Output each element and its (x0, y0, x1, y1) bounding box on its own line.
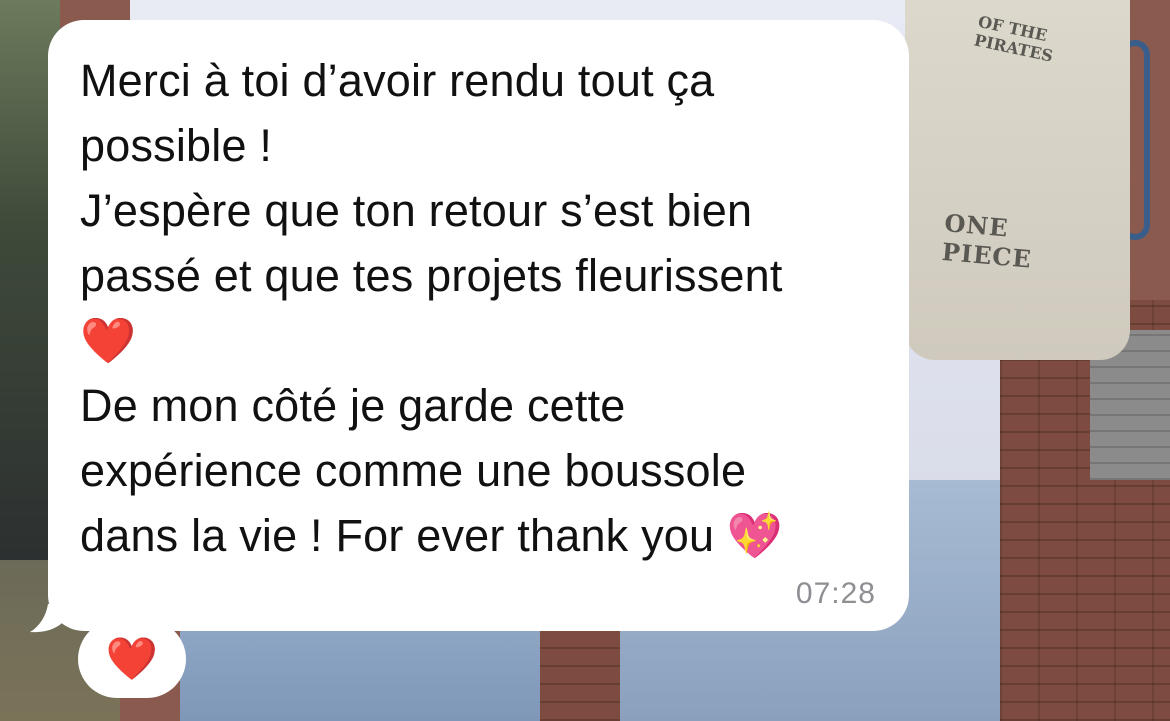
message-text: Merci à toi d’avoir rendu tout ça possib… (80, 55, 784, 561)
background-brick-pavement-middle (540, 620, 620, 721)
tote-print-top-text: OF THE PIRATES (972, 11, 1055, 66)
red-heart-icon: ❤️ (105, 634, 159, 683)
reaction-badge[interactable]: ❤️ (78, 620, 186, 698)
message-timestamp: 07:28 (795, 577, 876, 610)
tote-bag-print: OF THE PIRATES ONE PIECE (935, 5, 1105, 274)
message-bubble[interactable]: Merci à toi d’avoir rendu tout ça possib… (48, 20, 909, 631)
